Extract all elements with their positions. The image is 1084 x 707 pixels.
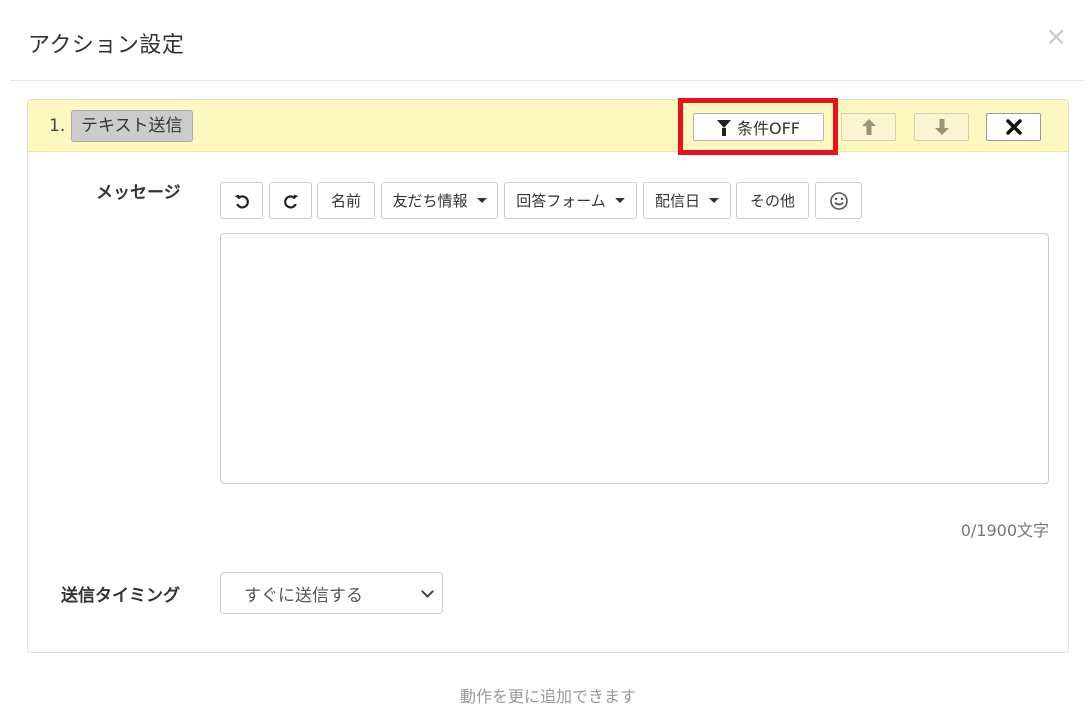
friend-info-dropdown[interactable]: 友だち情報 [381, 182, 498, 219]
add-more-actions-link[interactable]: 動作を更に追加できます [0, 683, 1084, 707]
condition-toggle-button[interactable]: 条件OFF [693, 113, 824, 141]
action-type-badge: テキスト送信 [71, 110, 193, 142]
move-up-button[interactable] [841, 113, 896, 141]
arrow-up-icon [861, 119, 876, 135]
caret-down-icon [476, 198, 487, 203]
character-counter: 0/1900文字 [960, 521, 1049, 540]
arrow-down-icon [934, 119, 949, 135]
caret-down-icon [614, 198, 625, 203]
filter-icon [716, 120, 731, 136]
delivery-date-label: 配信日 [654, 192, 700, 210]
insert-name-label: 名前 [330, 192, 361, 210]
caret-down-icon [709, 198, 719, 203]
friend-info-label: 友だち情報 [392, 192, 468, 210]
undo-button[interactable] [220, 182, 263, 219]
emoji-button[interactable] [815, 182, 862, 219]
move-down-button[interactable] [914, 113, 969, 141]
delivery-date-dropdown[interactable]: 配信日 [643, 182, 731, 219]
send-timing-label: 送信タイミング [61, 586, 180, 606]
delete-action-button[interactable] [986, 113, 1041, 141]
smiley-icon [829, 191, 848, 210]
close-icon[interactable]: × [1045, 24, 1067, 50]
redo-icon [283, 194, 299, 208]
send-timing-value: すぐに送信する [244, 585, 363, 606]
redo-button[interactable] [269, 182, 312, 219]
other-button[interactable]: その他 [736, 182, 809, 219]
action-panel-header: 1. テキスト送信 条件OFF [28, 98, 1068, 155]
insert-name-button[interactable]: 名前 [317, 182, 375, 219]
other-label: その他 [749, 192, 795, 210]
action-panel: 1. テキスト送信 条件OFF メッセージ 名前 友だち情報 回答フォーム 配信… [27, 98, 1069, 653]
answer-form-label: 回答フォーム [516, 192, 606, 210]
chevron-down-icon [421, 585, 434, 598]
condition-toggle-label: 条件OFF [736, 119, 800, 138]
undo-icon [233, 194, 249, 208]
modal-header: アクション設定 × [10, 0, 1084, 81]
send-timing-select[interactable]: すぐに送信する [220, 572, 443, 614]
times-icon [1005, 119, 1022, 135]
answer-form-dropdown[interactable]: 回答フォーム [504, 182, 637, 219]
modal-title: アクション設定 [28, 33, 185, 58]
message-textarea[interactable] [220, 233, 1049, 484]
step-number: 1. [49, 116, 66, 136]
message-label: メッセージ [96, 183, 181, 203]
